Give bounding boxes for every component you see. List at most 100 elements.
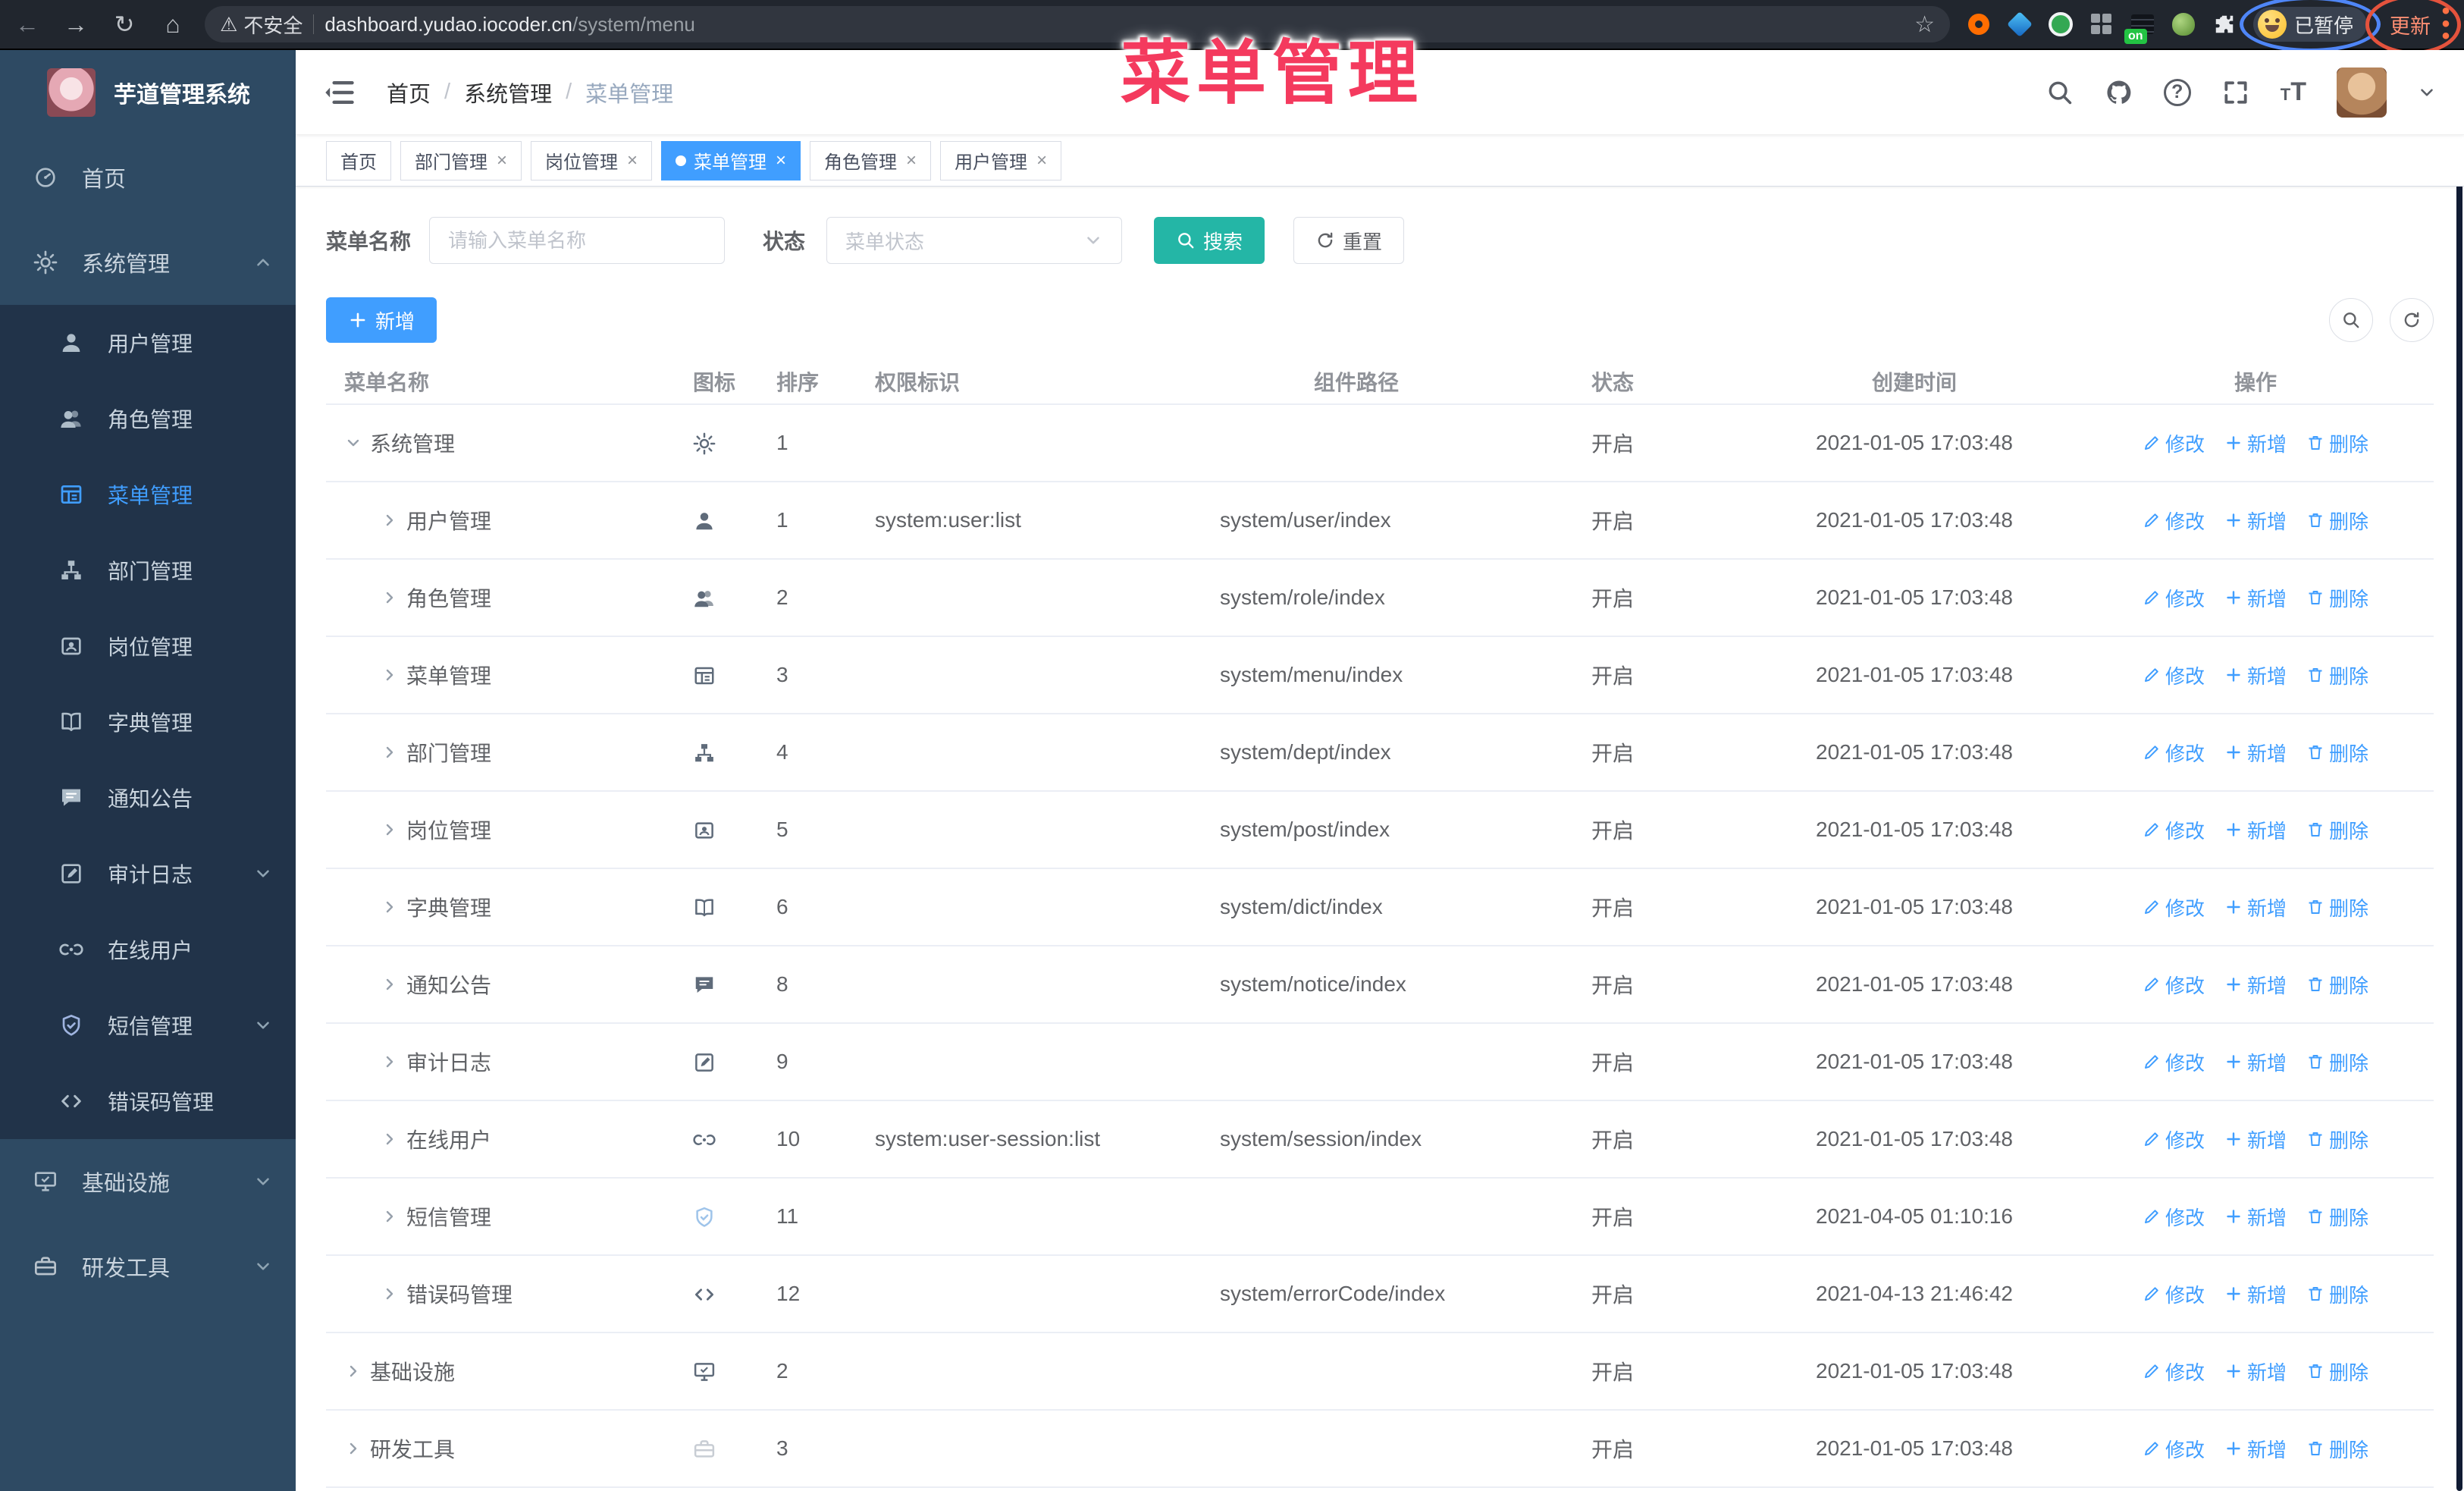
table-row[interactable]: 字典管理 6 system/dict/index 开启 2021-01-05 1… xyxy=(326,869,2434,946)
add-link[interactable]: 新增 xyxy=(2224,893,2287,921)
extension-orange-icon[interactable] xyxy=(1965,11,1992,38)
avatar-caret-icon[interactable] xyxy=(2417,83,2437,102)
edit-link[interactable]: 修改 xyxy=(2143,1125,2205,1154)
security-warning[interactable]: ⚠ 不安全 xyxy=(220,11,303,39)
status-select[interactable]: 菜单状态 xyxy=(826,217,1123,264)
edit-link[interactable]: 修改 xyxy=(2143,429,2205,457)
delete-link[interactable]: 删除 xyxy=(2306,507,2368,535)
delete-link[interactable]: 删除 xyxy=(2306,584,2368,612)
sidebar-logo-row[interactable]: 芋道管理系统 xyxy=(0,50,296,135)
close-icon[interactable]: × xyxy=(776,150,786,171)
chevron-right-icon[interactable] xyxy=(381,589,399,607)
tag-角色管理[interactable]: 角色管理 × xyxy=(810,140,932,180)
edit-link[interactable]: 修改 xyxy=(2143,816,2205,844)
delete-link[interactable]: 删除 xyxy=(2306,1048,2368,1076)
extension-server-icon[interactable]: on xyxy=(2124,11,2156,44)
add-link[interactable]: 新增 xyxy=(2224,816,2287,844)
extension-grid-icon[interactable] xyxy=(2088,11,2115,38)
chevron-right-icon[interactable] xyxy=(381,743,399,761)
delete-link[interactable]: 删除 xyxy=(2306,661,2368,689)
add-link[interactable]: 新增 xyxy=(2224,971,2287,999)
help-icon[interactable]: ? xyxy=(2163,78,2191,106)
delete-link[interactable]: 删除 xyxy=(2306,739,2368,767)
add-link[interactable]: 新增 xyxy=(2224,1125,2287,1154)
add-button[interactable]: 新增 xyxy=(326,297,437,343)
browser-back-icon[interactable]: ← xyxy=(11,11,44,39)
sidebar-item-12[interactable]: 错误码管理 xyxy=(0,1063,296,1139)
add-link[interactable]: 新增 xyxy=(2224,1435,2287,1463)
delete-link[interactable]: 删除 xyxy=(2306,1358,2368,1386)
chevron-right-icon[interactable] xyxy=(381,1130,399,1148)
sidebar-item-2[interactable]: 用户管理 xyxy=(0,305,296,381)
add-link[interactable]: 新增 xyxy=(2224,584,2287,612)
table-row[interactable]: 角色管理 2 system/role/index 开启 2021-01-05 1… xyxy=(326,560,2434,637)
sidebar-item-3[interactable]: 角色管理 xyxy=(0,381,296,457)
breadcrumb-item[interactable]: 系统管理 xyxy=(464,77,552,108)
add-link[interactable]: 新增 xyxy=(2224,1048,2287,1076)
table-row[interactable]: 审计日志 9 开启 2021-01-05 17:03:48 修改 新增 删除 xyxy=(326,1024,2434,1101)
add-link[interactable]: 新增 xyxy=(2224,1358,2287,1386)
breadcrumb-item[interactable]: 首页 xyxy=(387,77,431,108)
search-icon[interactable] xyxy=(2045,78,2074,107)
tag-用户管理[interactable]: 用户管理 × xyxy=(940,140,1062,180)
add-link[interactable]: 新增 xyxy=(2224,661,2287,689)
edit-link[interactable]: 修改 xyxy=(2143,507,2205,535)
chevron-right-icon[interactable] xyxy=(381,1207,399,1226)
font-size-icon[interactable]: TT xyxy=(2281,77,2306,107)
table-row[interactable]: 研发工具 3 开启 2021-01-05 17:03:48 修改 新增 删除 xyxy=(326,1411,2434,1488)
chevron-right-icon[interactable] xyxy=(381,1053,399,1071)
add-link[interactable]: 新增 xyxy=(2224,507,2287,535)
sidebar-collapse-icon[interactable] xyxy=(323,76,356,109)
add-link[interactable]: 新增 xyxy=(2224,429,2287,457)
delete-link[interactable]: 删除 xyxy=(2306,971,2368,999)
browser-reload-icon[interactable]: ↻ xyxy=(108,10,141,39)
edit-link[interactable]: 修改 xyxy=(2143,1203,2205,1231)
sidebar-item-4[interactable]: 菜单管理 xyxy=(0,457,296,532)
table-row[interactable]: 短信管理 11 开启 2021-04-05 01:10:16 修改 新增 删除 xyxy=(326,1179,2434,1256)
github-icon[interactable] xyxy=(2105,78,2133,107)
edit-link[interactable]: 修改 xyxy=(2143,893,2205,921)
table-row[interactable]: 错误码管理 12 system/errorCode/index 开启 2021-… xyxy=(326,1256,2434,1333)
address-bar[interactable]: ⚠ 不安全 dashboard.yudao.iocoder.cn/system/… xyxy=(205,6,1950,42)
chevron-right-icon[interactable] xyxy=(381,821,399,839)
delete-link[interactable]: 删除 xyxy=(2306,1203,2368,1231)
edit-link[interactable]: 修改 xyxy=(2143,584,2205,612)
extension-gem-icon[interactable] xyxy=(2006,11,2033,38)
chevron-down-icon[interactable] xyxy=(344,434,362,452)
table-row[interactable]: 基础设施 2 开启 2021-01-05 17:03:48 修改 新增 删除 xyxy=(326,1333,2434,1411)
chevron-right-icon[interactable] xyxy=(381,1285,399,1303)
delete-link[interactable]: 删除 xyxy=(2306,1125,2368,1154)
delete-link[interactable]: 删除 xyxy=(2306,429,2368,457)
chevron-right-icon[interactable] xyxy=(344,1439,362,1458)
tag-首页[interactable]: 首页 xyxy=(326,140,391,180)
table-row[interactable]: 在线用户 10 system:user-session:list system/… xyxy=(326,1101,2434,1179)
sidebar-item-5[interactable]: 部门管理 xyxy=(0,532,296,608)
edit-link[interactable]: 修改 xyxy=(2143,1048,2205,1076)
delete-link[interactable]: 删除 xyxy=(2306,893,2368,921)
tag-部门管理[interactable]: 部门管理 × xyxy=(400,140,522,180)
browser-forward-icon[interactable]: → xyxy=(59,11,92,39)
table-row[interactable]: 岗位管理 5 system/post/index 开启 2021-01-05 1… xyxy=(326,792,2434,869)
extension-green-icon[interactable] xyxy=(2047,11,2074,38)
table-row[interactable]: 用户管理 1 system:user:list system/user/inde… xyxy=(326,482,2434,560)
add-link[interactable]: 新增 xyxy=(2224,1280,2287,1308)
search-button[interactable]: 搜索 xyxy=(1154,217,1265,264)
extensions-puzzle-icon[interactable] xyxy=(2211,11,2238,38)
sidebar-item-8[interactable]: 通知公告 xyxy=(0,760,296,836)
bookmark-star-icon[interactable]: ☆ xyxy=(1914,11,1935,38)
user-avatar[interactable] xyxy=(2337,67,2387,118)
table-row[interactable]: 菜单管理 3 system/menu/index 开启 2021-01-05 1… xyxy=(326,637,2434,714)
fullscreen-icon[interactable] xyxy=(2221,78,2250,107)
sidebar-item-0[interactable]: 首页 xyxy=(0,135,296,220)
add-link[interactable]: 新增 xyxy=(2224,739,2287,767)
refresh-table-button[interactable] xyxy=(2390,298,2434,342)
delete-link[interactable]: 删除 xyxy=(2306,816,2368,844)
browser-menu-icon[interactable]: • • • xyxy=(2438,0,2453,48)
table-row[interactable]: 通知公告 8 system/notice/index 开启 2021-01-05… xyxy=(326,946,2434,1024)
sidebar-item-1[interactable]: 系统管理 xyxy=(0,220,296,305)
table-row[interactable]: 部门管理 4 system/dept/index 开启 2021-01-05 1… xyxy=(326,714,2434,792)
tag-岗位管理[interactable]: 岗位管理 × xyxy=(531,140,653,180)
reset-button[interactable]: 重置 xyxy=(1293,217,1405,264)
chevron-right-icon[interactable] xyxy=(344,1362,362,1380)
chevron-right-icon[interactable] xyxy=(381,666,399,684)
